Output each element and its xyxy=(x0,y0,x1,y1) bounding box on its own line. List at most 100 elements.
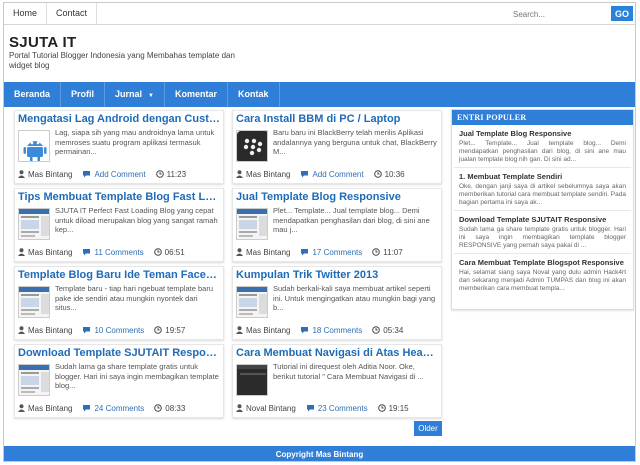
post-title[interactable]: Cara Membuat Navigasi di Atas Header xyxy=(236,347,438,359)
post-author[interactable]: Mas Bintang xyxy=(18,169,72,180)
post-comments[interactable]: 18 Comments xyxy=(300,326,362,336)
post-thumbnail[interactable] xyxy=(18,286,50,318)
popular-post-item[interactable]: Cara Membuat Template Blogspot Responsiv… xyxy=(454,254,631,293)
post-author[interactable]: Mas Bintang xyxy=(236,169,291,180)
nav-item-beranda[interactable]: Beranda xyxy=(4,82,62,107)
post-comments[interactable]: 23 Comments xyxy=(306,404,368,414)
clock-icon xyxy=(377,403,389,414)
post-thumbnail[interactable] xyxy=(18,130,50,162)
post-title[interactable]: Download Template SJUTAIT Respon... xyxy=(18,347,220,359)
site-title[interactable]: SJUTA IT xyxy=(9,34,76,51)
main-nav: Beranda Profil Jurnal ▼ Komentar Kontak xyxy=(4,82,635,107)
post-excerpt: Template baru - tiap hari ngebuat templa… xyxy=(55,284,214,313)
post-meta: Noval Bintang 23 Comments 19:15 xyxy=(236,403,438,414)
post-author[interactable]: Mas Bintang xyxy=(18,325,72,336)
footer-copyright: Copyright Mas Bintang xyxy=(4,446,635,461)
clock-icon xyxy=(154,325,165,336)
nav-item-jurnal[interactable]: Jurnal ▼ xyxy=(105,82,165,107)
post-title[interactable]: Kumpulan Trik Twitter 2013 xyxy=(236,269,438,281)
post-author[interactable]: Mas Bintang xyxy=(18,247,73,258)
post-title[interactable]: Tips Membuat Template Blog Fast Lo... xyxy=(18,191,220,203)
search-go-button[interactable]: GO xyxy=(611,6,633,21)
popular-posts-widget: ENTRI POPULER Jual Template Blog Respons… xyxy=(451,109,634,310)
post-time: 06:51 xyxy=(153,247,185,258)
popular-post-item[interactable]: Download Template SJUTAIT Responsive Sud… xyxy=(454,211,631,254)
clock-icon xyxy=(372,247,383,258)
post-time: 11:23 xyxy=(155,169,186,180)
older-posts-button[interactable]: Older xyxy=(414,421,442,436)
post-author[interactable]: Noval Bintang xyxy=(236,403,296,414)
user-icon xyxy=(18,169,28,180)
post-author-name: Mas Bintang xyxy=(246,248,291,257)
post-meta: Mas Bintang Add Comment 10:36 xyxy=(236,169,438,180)
post-time-value: 05:34 xyxy=(383,326,404,335)
popular-post-title[interactable]: Jual Template Blog Responsive xyxy=(459,129,626,138)
post-author[interactable]: Mas Bintang xyxy=(236,247,291,258)
post-thumbnail[interactable] xyxy=(236,364,268,396)
user-icon xyxy=(236,247,246,258)
post-thumbnail[interactable] xyxy=(236,286,268,318)
comment-icon xyxy=(300,248,312,258)
nav-item-kontak[interactable]: Kontak xyxy=(228,82,280,107)
chevron-down-icon: ▼ xyxy=(148,93,154,99)
popular-post-item[interactable]: Jual Template Blog Responsive Plet... Te… xyxy=(454,125,631,168)
nav-label: Beranda xyxy=(14,89,51,99)
popular-post-title[interactable]: Cara Membuat Template Blogspot Responsiv… xyxy=(459,258,626,267)
post-excerpt: SJUTA IT Perfect Fast Loading Blog yang … xyxy=(55,206,218,235)
post-comments[interactable]: Add Comment xyxy=(82,170,146,180)
post-time: 11:07 xyxy=(372,247,403,258)
post-card: Download Template SJUTAIT Respon... Sudah… xyxy=(14,344,224,418)
post-time-value: 19:15 xyxy=(388,404,409,413)
post-author-name: Mas Bintang xyxy=(28,248,73,257)
post-comments[interactable]: 24 Comments xyxy=(82,404,144,414)
post-title[interactable]: Template Blog Baru Ide Teman Faceb... xyxy=(18,269,220,281)
post-meta: Mas Bintang 24 Comments 08:33 xyxy=(18,403,220,414)
post-comments[interactable]: Add Comment xyxy=(300,170,364,180)
search-input[interactable] xyxy=(513,6,608,22)
post-time-value: 08:33 xyxy=(165,404,186,413)
top-bar: Home Contact GO xyxy=(4,3,635,25)
post-thumbnail[interactable] xyxy=(18,364,50,396)
popular-post-item[interactable]: 1. Membuat Template Sendiri Oke, dengan … xyxy=(454,168,631,211)
clock-icon xyxy=(154,403,165,414)
post-author-name: Mas Bintang xyxy=(28,404,73,413)
comment-icon xyxy=(306,404,318,414)
nav-label: Komentar xyxy=(175,89,218,99)
post-comments[interactable]: 10 Comments xyxy=(82,326,144,336)
popular-post-title[interactable]: Download Template SJUTAIT Responsive xyxy=(459,215,626,224)
clock-icon xyxy=(155,169,167,180)
popular-post-excerpt: Plet... Template... Jual template blog..… xyxy=(459,140,626,163)
popular-post-title[interactable]: 1. Membuat Template Sendiri xyxy=(459,172,626,181)
post-comments[interactable]: 17 Comments xyxy=(300,248,362,258)
nav-item-profil[interactable]: Profil xyxy=(61,82,106,107)
post-author-name: Mas Bintang xyxy=(246,326,291,335)
post-excerpt: Tutorial ini direquest oleh Aditia Noor.… xyxy=(273,362,424,381)
post-title[interactable]: Cara Install BBM di PC / Laptop xyxy=(236,113,438,125)
clock-icon xyxy=(153,247,165,258)
post-comments[interactable]: 11 Comments xyxy=(82,248,144,258)
post-thumbnail[interactable] xyxy=(236,130,268,162)
post-meta: Mas Bintang 18 Comments 05:34 xyxy=(236,325,438,336)
top-nav-home-link[interactable]: Home xyxy=(4,3,48,24)
nav-label: Profil xyxy=(71,89,95,99)
clock-icon xyxy=(372,325,383,336)
post-time: 19:15 xyxy=(377,403,409,414)
post-author-name: Mas Bintang xyxy=(246,170,291,179)
user-icon xyxy=(236,403,246,414)
post-time: 05:34 xyxy=(372,325,404,336)
post-time: 10:36 xyxy=(373,169,405,180)
comment-icon xyxy=(300,170,312,180)
top-nav-contact-link[interactable]: Contact xyxy=(47,3,98,24)
post-comments-count: 18 Comments xyxy=(312,326,363,335)
post-title[interactable]: Jual Template Blog Responsive xyxy=(236,191,438,203)
nav-item-komentar[interactable]: Komentar xyxy=(165,82,229,107)
post-author[interactable]: Mas Bintang xyxy=(236,325,291,336)
post-excerpt: Baru baru ini BlackBerry telah merilis A… xyxy=(273,128,437,157)
comment-icon xyxy=(82,248,94,258)
post-thumbnail[interactable] xyxy=(236,208,268,240)
post-title[interactable]: Mengatasi Lag Android dengan Custo... xyxy=(18,113,220,125)
post-thumbnail[interactable] xyxy=(18,208,50,240)
post-author[interactable]: Mas Bintang xyxy=(18,403,73,414)
post-time: 19:57 xyxy=(154,325,185,336)
site-description: Portal Tutorial Blogger Indonesia yang M… xyxy=(9,51,235,70)
